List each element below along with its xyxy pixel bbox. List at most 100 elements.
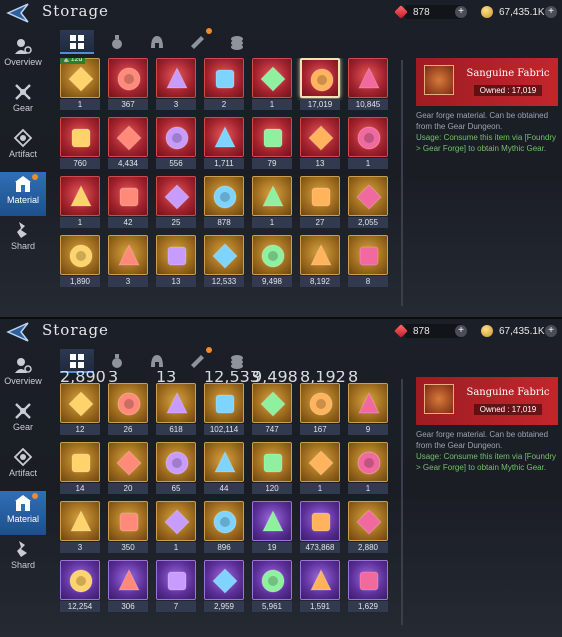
back-arrow-icon[interactable] (4, 321, 30, 343)
item-slot[interactable]: ⌛12d 1 (60, 58, 100, 114)
item-slot[interactable]: 1,711 (204, 117, 244, 173)
add-ruby-button[interactable]: + (455, 325, 467, 337)
item-slot[interactable]: 556 (156, 117, 196, 173)
bundle-icon (164, 509, 190, 535)
item-slot[interactable]: 44 (204, 442, 244, 498)
item-slot[interactable]: 1 (348, 117, 388, 173)
add-gold-button[interactable]: + (545, 6, 557, 18)
item-slot[interactable]: 1 (60, 176, 100, 232)
item-slot[interactable]: 65 (156, 442, 196, 498)
item-slot[interactable]: 367 (108, 58, 148, 114)
item-slot[interactable]: 10,845 (348, 58, 388, 114)
sidebar-item-material[interactable]: Material (0, 491, 46, 535)
scrollbar[interactable] (401, 379, 403, 625)
item-slot[interactable]: 1 (252, 176, 292, 232)
sidebar-item-gear[interactable]: Gear (0, 80, 46, 124)
item-slot[interactable]: 26 (108, 383, 148, 439)
item-slot[interactable]: 2,959 (204, 560, 244, 616)
tab-all[interactable] (60, 30, 94, 54)
item-frame (348, 235, 388, 275)
add-ruby-button[interactable]: + (455, 6, 467, 18)
tab-helmet[interactable] (140, 30, 174, 54)
item-frame (348, 176, 388, 216)
gold-value: 67,435.1K (499, 6, 545, 18)
item-slot[interactable]: 2,055 (348, 176, 388, 232)
sidebar-item-overview[interactable]: Overview (0, 34, 46, 78)
tab-coins[interactable] (220, 349, 254, 373)
sidebar-item-artifact[interactable]: Artifact (0, 445, 46, 489)
item-slot[interactable]: 1,890 (60, 235, 100, 291)
item-slot[interactable]: 350 (108, 501, 148, 557)
item-slot[interactable]: 2,880 (348, 501, 388, 557)
item-slot[interactable]: 760 (60, 117, 100, 173)
item-slot[interactable]: 2 (204, 58, 244, 114)
item-slot[interactable]: 1 (252, 58, 292, 114)
item-slot[interactable]: 8,192 (300, 235, 340, 291)
item-slot[interactable]: 1,629 (348, 560, 388, 616)
item-slot[interactable]: 42 (108, 176, 148, 232)
item-slot[interactable]: 12 (60, 383, 100, 439)
item-slot[interactable]: 9,498 (252, 235, 292, 291)
tab-potion[interactable] (100, 30, 134, 54)
item-slot[interactable]: 1 (348, 442, 388, 498)
sidebar-item-material[interactable]: Material (0, 172, 46, 216)
item-slot[interactable]: 5,961 (252, 560, 292, 616)
item-slot[interactable]: 19 (252, 501, 292, 557)
tab-all[interactable] (60, 349, 94, 373)
item-slot[interactable]: 1 (156, 501, 196, 557)
item-slot[interactable]: 4,434 (108, 117, 148, 173)
tab-scroll[interactable] (180, 28, 214, 54)
tab-coins[interactable] (220, 30, 254, 54)
gold-hammer-icon (359, 246, 379, 266)
item-slot[interactable]: 79 (252, 117, 292, 173)
item-slot[interactable]: 3 (156, 58, 196, 114)
sidebar-item-shard[interactable]: Shard (0, 537, 46, 581)
tab-helmet[interactable] (140, 349, 174, 373)
item-slot[interactable]: 14 (60, 442, 100, 498)
sidebar-label-gear: Gear (12, 103, 33, 113)
tab-scroll[interactable] (180, 347, 214, 373)
item-slot[interactable]: 3 (108, 235, 148, 291)
sidebar-item-artifact[interactable]: Artifact (0, 126, 46, 170)
item-slot[interactable]: 120 (252, 442, 292, 498)
item-slot[interactable]: 102,114 (204, 383, 244, 439)
add-gold-button[interactable]: + (545, 325, 557, 337)
item-name: Sanguine Fabric (466, 68, 550, 79)
item-slot[interactable]: 306 (108, 560, 148, 616)
item-slot[interactable]: 27 (300, 176, 340, 232)
item-slot[interactable]: 3 (60, 501, 100, 557)
item-count: 1 (156, 542, 196, 553)
item-slot[interactable]: 13 (300, 117, 340, 173)
scrollbar[interactable] (401, 60, 403, 306)
item-slot[interactable]: 13 (156, 235, 196, 291)
page-title: Storage (42, 321, 109, 339)
item-slot[interactable]: 20 (108, 442, 148, 498)
item-slot[interactable]: 12,533 (204, 235, 244, 291)
item-slot[interactable]: 896 (204, 501, 244, 557)
item-slot[interactable]: 878 (204, 176, 244, 232)
item-slot[interactable]: 17,019 (300, 58, 340, 114)
item-count: 2,959 (204, 601, 244, 612)
item-slot[interactable]: 8 (348, 235, 388, 291)
item-slot[interactable]: 25 (156, 176, 196, 232)
item-slot[interactable]: 618 (156, 383, 196, 439)
item-card: Sanguine Fabric Owned : 17,019 (416, 377, 558, 425)
grid-icon (70, 35, 84, 49)
item-slot[interactable]: 167 (300, 383, 340, 439)
tab-potion[interactable] (100, 349, 134, 373)
item-slot[interactable]: 1,591 (300, 560, 340, 616)
blue-shard-icon (166, 391, 188, 414)
item-slot[interactable]: 9 (348, 383, 388, 439)
item-count: 2,880 (348, 542, 388, 553)
item-slot[interactable]: 1 (300, 442, 340, 498)
item-slot[interactable]: 747 (252, 383, 292, 439)
item-description: Gear forge material. Can be obtained fro… (416, 429, 558, 473)
sidebar-item-shard[interactable]: Shard (0, 218, 46, 262)
item-slot[interactable]: 7 (156, 560, 196, 616)
back-arrow-icon[interactable] (4, 2, 30, 24)
item-frame (252, 235, 292, 275)
item-slot[interactable]: 12,254 (60, 560, 100, 616)
sidebar-item-gear[interactable]: Gear (0, 399, 46, 443)
sidebar-item-overview[interactable]: Overview (0, 353, 46, 397)
item-slot[interactable]: 473,868 (300, 501, 340, 557)
